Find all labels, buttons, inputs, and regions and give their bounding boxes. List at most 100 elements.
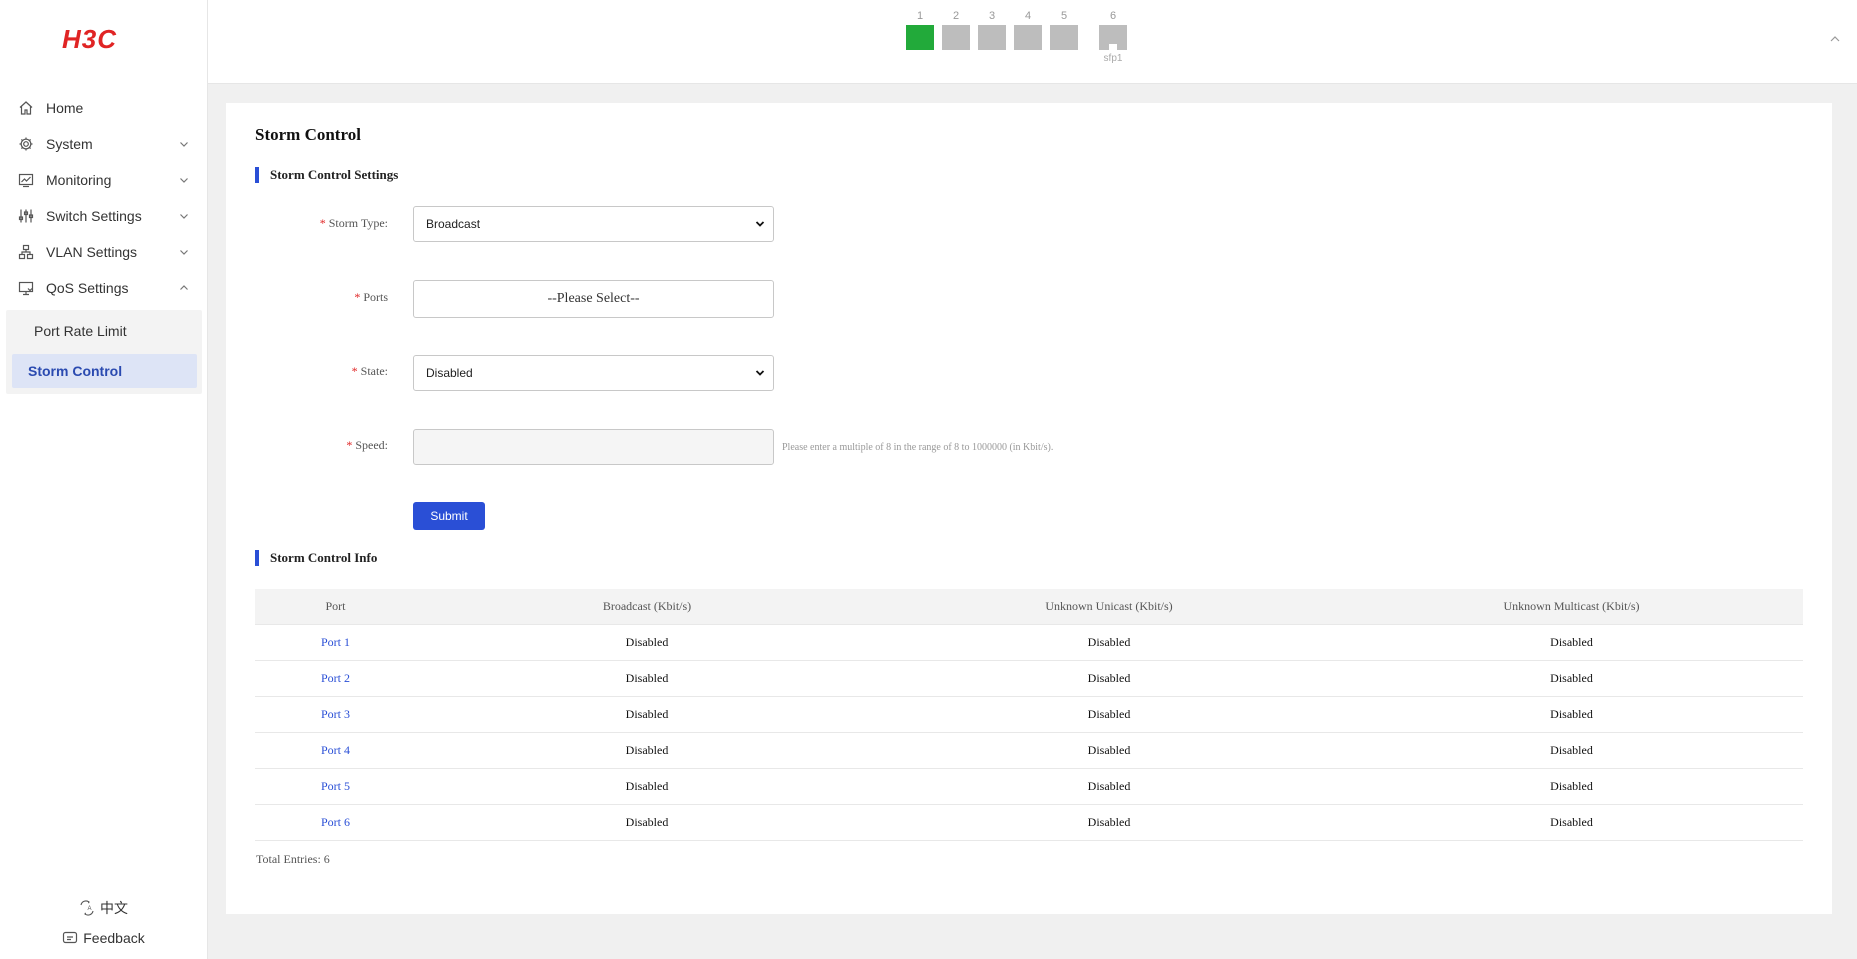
column-header-unknown-multicast: Unknown Multicast (Kbit/s) bbox=[1503, 599, 1640, 613]
total-entries: Total Entries: 6 bbox=[256, 852, 330, 866]
required-mark: * bbox=[346, 438, 353, 452]
port-link[interactable]: Port 5 bbox=[255, 779, 416, 794]
port-number: 6 bbox=[1109, 10, 1117, 22]
port-1-indicator[interactable]: 1 bbox=[906, 10, 934, 50]
sidebar-item-label: VLAN Settings bbox=[46, 244, 138, 260]
storm-type-select[interactable]: Broadcast bbox=[413, 206, 774, 242]
qos-submenu: Port Rate Limit Storm Control bbox=[6, 310, 202, 394]
language-label: 中文 bbox=[100, 900, 128, 916]
unicast-cell: Disabled bbox=[1087, 707, 1131, 721]
broadcast-cell: Disabled bbox=[625, 635, 669, 649]
port-link[interactable]: Port 6 bbox=[255, 815, 416, 830]
unicast-cell: Disabled bbox=[1087, 743, 1131, 757]
chevron-up-icon[interactable] bbox=[1829, 34, 1841, 44]
chevron-down-icon bbox=[755, 370, 765, 376]
sidebar-nav: Home System Monitoring Switch Settings V… bbox=[0, 90, 207, 394]
feedback-icon bbox=[63, 931, 78, 944]
broadcast-cell: Disabled bbox=[625, 743, 669, 757]
rj45-port-icon bbox=[1014, 25, 1042, 50]
table-row: Port 3 Disabled Disabled Disabled bbox=[255, 697, 1803, 733]
rj45-port-icon bbox=[942, 25, 970, 50]
multicast-cell: Disabled bbox=[1550, 707, 1593, 721]
submit-button[interactable]: Submit bbox=[413, 502, 485, 530]
required-mark: * bbox=[354, 290, 361, 304]
port-number: 5 bbox=[1060, 10, 1068, 22]
sidebar-item-label: Switch Settings bbox=[46, 208, 142, 224]
state-select[interactable]: Disabled bbox=[413, 355, 774, 391]
port-5-indicator[interactable]: 5 bbox=[1050, 10, 1078, 50]
sidebar-item-monitoring[interactable]: Monitoring bbox=[0, 162, 207, 198]
sidebar-item-qos-settings[interactable]: QoS Settings bbox=[0, 270, 207, 306]
sidebar-item-port-rate-limit[interactable]: Port Rate Limit bbox=[12, 314, 197, 348]
rj45-port-icon bbox=[906, 25, 934, 50]
chevron-down-icon bbox=[180, 250, 188, 255]
settings-section-title: Storm Control Settings bbox=[255, 167, 398, 183]
sidebar-item-label: Monitoring bbox=[46, 172, 112, 188]
port-link[interactable]: Port 1 bbox=[255, 635, 416, 650]
sidebar-item-storm-control[interactable]: Storm Control bbox=[12, 354, 197, 388]
port-number: 1 bbox=[916, 10, 924, 22]
sidebar-item-switch-settings[interactable]: Switch Settings bbox=[0, 198, 207, 234]
unicast-cell: Disabled bbox=[1087, 671, 1131, 685]
home-icon bbox=[17, 99, 35, 117]
sidebar-item-vlan-settings[interactable]: VLAN Settings bbox=[0, 234, 207, 270]
broadcast-cell: Disabled bbox=[625, 707, 669, 721]
sfp-port-icon bbox=[1099, 25, 1127, 50]
chevron-down-icon bbox=[180, 142, 188, 147]
table-row: Port 2 Disabled Disabled Disabled bbox=[255, 661, 1803, 697]
port-link[interactable]: Port 4 bbox=[255, 743, 416, 758]
gear-icon bbox=[17, 135, 35, 153]
chevron-down-icon bbox=[180, 214, 188, 219]
unicast-cell: Disabled bbox=[1087, 779, 1131, 793]
feedback-link[interactable]: Feedback bbox=[0, 930, 207, 946]
required-mark: * bbox=[351, 364, 358, 378]
translate-icon: A bbox=[80, 900, 94, 916]
port-number: 3 bbox=[988, 10, 996, 22]
svg-text:A: A bbox=[88, 906, 92, 912]
speed-input[interactable] bbox=[413, 429, 774, 465]
sidebar-item-label: System bbox=[46, 136, 93, 152]
port-6-indicator[interactable]: 6 sfp1 bbox=[1099, 10, 1127, 64]
speed-hint: Please enter a multiple of 8 in the rang… bbox=[782, 442, 1054, 453]
rj45-port-icon bbox=[978, 25, 1006, 50]
h3c-logo[interactable]: H3C bbox=[62, 26, 146, 52]
feedback-label: Feedback bbox=[83, 930, 145, 946]
column-header-broadcast: Broadcast (Kbit/s) bbox=[602, 599, 692, 613]
storm-type-value: Broadcast bbox=[426, 217, 481, 231]
port-4-indicator[interactable]: 4 bbox=[1014, 10, 1042, 50]
port-link[interactable]: Port 2 bbox=[255, 671, 416, 686]
port-3-indicator[interactable]: 3 bbox=[978, 10, 1006, 50]
column-header-port: Port bbox=[325, 599, 346, 613]
ports-placeholder: --Please Select-- bbox=[547, 291, 640, 306]
table-row: Port 1 Disabled Disabled Disabled bbox=[255, 625, 1803, 661]
chevron-up-icon bbox=[180, 285, 188, 290]
top-bar: 1 2 3 4 5 6 sfp1 bbox=[208, 0, 1857, 84]
rj45-port-icon bbox=[1050, 25, 1078, 50]
state-value: Disabled bbox=[426, 366, 473, 380]
port-2-indicator[interactable]: 2 bbox=[942, 10, 970, 50]
column-header-unknown-unicast: Unknown Unicast (Kbit/s) bbox=[1045, 599, 1173, 613]
broadcast-cell: Disabled bbox=[625, 779, 669, 793]
broadcast-cell: Disabled bbox=[625, 671, 669, 685]
multicast-cell: Disabled bbox=[1550, 635, 1593, 649]
qos-icon bbox=[17, 279, 35, 297]
main-panel: Storm Control Storm Control Settings * St… bbox=[226, 103, 1832, 914]
multicast-cell: Disabled bbox=[1550, 815, 1593, 829]
ports-multiselect[interactable]: --Please Select-- bbox=[413, 280, 774, 318]
storm-type-label: * Storm Type: bbox=[319, 216, 388, 230]
sfp-label: sfp1 bbox=[1103, 53, 1123, 64]
sidebar-item-label: QoS Settings bbox=[46, 280, 129, 296]
chevron-down-icon bbox=[755, 221, 765, 227]
speed-label: * Speed: bbox=[346, 438, 388, 452]
sidebar-item-system[interactable]: System bbox=[0, 126, 207, 162]
table-header: Port Broadcast (Kbit/s) Unknown Unicast … bbox=[255, 589, 1803, 625]
monitor-chart-icon bbox=[17, 171, 35, 189]
language-switch[interactable]: A 中文 bbox=[0, 898, 207, 918]
sliders-icon bbox=[17, 207, 35, 225]
port-number: 4 bbox=[1024, 10, 1032, 22]
sidebar-item-home[interactable]: Home bbox=[0, 90, 207, 126]
port-link[interactable]: Port 3 bbox=[255, 707, 416, 722]
broadcast-cell: Disabled bbox=[625, 815, 669, 829]
ports-label: * Ports bbox=[354, 290, 388, 304]
multicast-cell: Disabled bbox=[1550, 671, 1593, 685]
